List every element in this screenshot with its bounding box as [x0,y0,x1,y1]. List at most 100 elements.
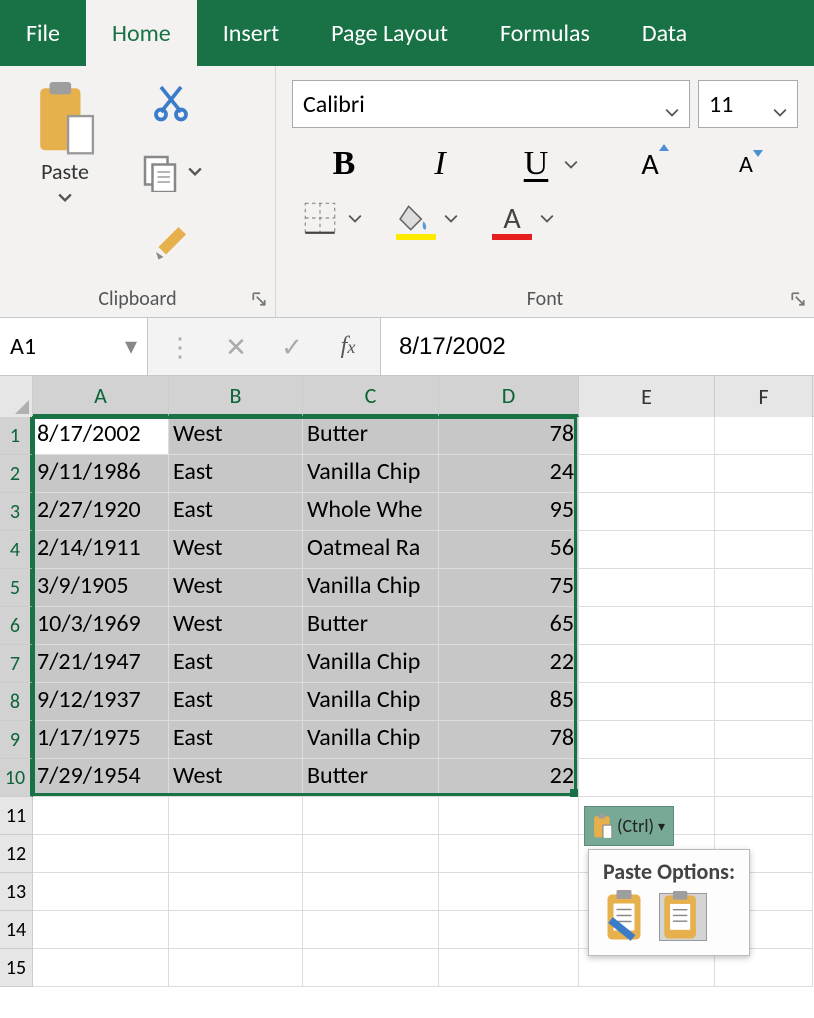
fx-button[interactable]: fx [320,333,376,360]
cell[interactable]: East [169,455,303,493]
col-header-e[interactable]: E [579,376,715,417]
cell[interactable] [579,645,715,683]
cell[interactable] [33,797,169,835]
formula-input[interactable] [399,333,814,361]
col-header-b[interactable]: B [169,376,303,417]
cell[interactable]: Vanilla Chip [303,721,439,759]
row-header-11[interactable]: 11 [0,797,33,835]
italic-button[interactable]: I [416,144,464,184]
chevron-down-icon[interactable]: ▾ [125,332,137,361]
cell[interactable]: 95 [439,493,579,531]
row-header-1[interactable]: 1 [0,417,33,455]
cell[interactable] [33,949,169,987]
cell[interactable]: Butter [303,759,439,797]
row-header-2[interactable]: 2 [0,455,33,493]
cell[interactable]: 22 [439,645,579,683]
cell[interactable]: 9/11/1986 [33,455,169,493]
cell[interactable] [579,531,715,569]
chevron-down-icon[interactable] [564,157,578,171]
cell[interactable] [579,455,715,493]
cell[interactable] [169,949,303,987]
cell[interactable] [33,873,169,911]
cell[interactable] [715,683,813,721]
cell[interactable]: 9/12/1937 [33,683,169,721]
cell[interactable]: Butter [303,607,439,645]
chevron-down-icon[interactable] [665,97,679,111]
cell[interactable] [439,797,579,835]
chevron-down-icon[interactable] [773,97,787,111]
underline-button[interactable]: U [512,144,560,184]
row-header-3[interactable]: 3 [0,493,33,531]
cell[interactable] [715,797,813,835]
decrease-font-button[interactable]: A [722,144,770,184]
dialog-launcher-icon[interactable] [251,291,271,311]
cell[interactable] [579,493,715,531]
cell[interactable]: Vanilla Chip [303,569,439,607]
row-header-8[interactable]: 8 [0,683,33,721]
cell[interactable] [715,455,813,493]
cell[interactable] [579,721,715,759]
chevron-down-icon[interactable] [188,165,202,179]
cell[interactable] [169,835,303,873]
cell[interactable] [579,569,715,607]
copy-button[interactable] [140,152,180,192]
row-header-5[interactable]: 5 [0,569,33,607]
cell[interactable]: 75 [439,569,579,607]
cell[interactable]: 8/17/2002 [33,417,169,455]
row-header-10[interactable]: 10 [0,759,33,797]
cell[interactable]: East [169,645,303,683]
tab-insert[interactable]: Insert [197,0,305,66]
cell[interactable]: Vanilla Chip [303,455,439,493]
tab-home[interactable]: Home [86,0,197,66]
cell[interactable]: West [169,759,303,797]
cell[interactable]: Butter [303,417,439,455]
col-header-d[interactable]: D [439,376,579,417]
cell[interactable] [303,873,439,911]
cell[interactable] [33,911,169,949]
cell[interactable]: East [169,721,303,759]
tab-file[interactable]: File [0,0,86,66]
cell[interactable] [439,911,579,949]
cell[interactable]: 78 [439,417,579,455]
paste-smart-tag[interactable]: (Ctrl) ▾ [584,806,674,846]
cell[interactable]: 3/9/1905 [33,569,169,607]
cell[interactable] [715,493,813,531]
cell[interactable] [439,949,579,987]
select-all-button[interactable] [0,376,33,417]
cell[interactable]: 7/21/1947 [33,645,169,683]
cell[interactable]: West [169,607,303,645]
paste-option-default[interactable] [659,893,707,941]
paste-option-keep-source[interactable] [603,893,651,941]
col-header-c[interactable]: C [303,376,439,417]
cell[interactable]: 85 [439,683,579,721]
row-header-7[interactable]: 7 [0,645,33,683]
cell[interactable]: 56 [439,531,579,569]
cell[interactable] [715,569,813,607]
cell[interactable] [579,417,715,455]
enter-button[interactable]: ✓ [264,331,320,363]
cut-button[interactable] [151,82,191,122]
cell[interactable] [579,683,715,721]
cell[interactable]: 7/29/1954 [33,759,169,797]
row-header-12[interactable]: 12 [0,835,33,873]
cancel-button[interactable]: ✕ [208,331,264,363]
cell[interactable] [303,797,439,835]
cell[interactable]: 78 [439,721,579,759]
cell[interactable]: 2/14/1911 [33,531,169,569]
col-header-a[interactable]: A [33,376,169,417]
fill-color-button[interactable] [392,198,440,238]
cell[interactable] [579,759,715,797]
paste-button[interactable]: Paste [20,82,110,262]
cell[interactable] [579,607,715,645]
row-header-15[interactable]: 15 [0,949,33,987]
name-box[interactable]: A1 ▾ [0,318,148,375]
cell[interactable] [169,797,303,835]
row-header-9[interactable]: 9 [0,721,33,759]
cell[interactable]: 2/27/1920 [33,493,169,531]
cell[interactable]: Whole Whe [303,493,439,531]
cell[interactable] [169,911,303,949]
cell[interactable] [303,949,439,987]
row-header-14[interactable]: 14 [0,911,33,949]
chevron-down-icon[interactable] [444,211,458,225]
cell[interactable]: East [169,683,303,721]
